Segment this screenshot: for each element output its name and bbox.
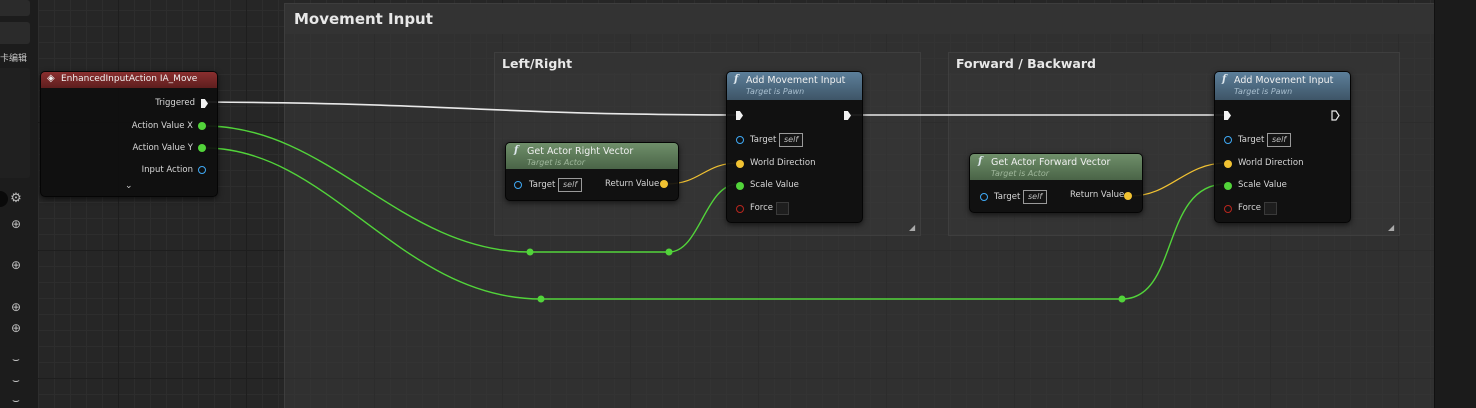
bool-pin-icon[interactable] <box>1224 205 1232 213</box>
function-icon: f <box>514 145 519 156</box>
pin-label-force: Force <box>1238 203 1261 213</box>
node-subtitle: Target is Pawn <box>1234 87 1293 96</box>
chevron-down-icon[interactable]: ⌣ <box>9 373 23 387</box>
node-title: Add Movement Input <box>1234 75 1334 86</box>
details-panel-edge <box>1434 0 1476 408</box>
node-subtitle: Target is Pawn <box>746 87 805 96</box>
exec-in-pin-icon[interactable] <box>1224 111 1231 120</box>
exec-out-pin-icon[interactable] <box>201 99 208 108</box>
chevron-down-icon[interactable]: ⌣ <box>9 352 23 366</box>
float-pin-icon[interactable] <box>198 144 206 152</box>
pin-label-target: Target <box>994 192 1021 202</box>
force-checkbox[interactable] <box>776 202 789 215</box>
plus-circle-icon[interactable]: ⊕ <box>9 321 23 335</box>
pin-label-triggered: Triggered <box>155 98 195 108</box>
resize-handle-icon[interactable]: ◢ <box>909 224 917 232</box>
node-header[interactable]: f Add Movement Input Target is Pawn <box>727 72 862 100</box>
node-header[interactable]: f Get Actor Right Vector Target is Actor <box>506 143 678 169</box>
target-self-field[interactable]: self <box>1023 190 1048 204</box>
panel-field[interactable] <box>0 22 30 44</box>
float-pin-icon[interactable] <box>736 182 744 190</box>
comment-movement-input-header[interactable]: Movement Input <box>285 4 1435 34</box>
plus-circle-icon[interactable]: ⊕ <box>9 300 23 314</box>
chevron-down-icon[interactable]: ⌣ <box>9 393 23 407</box>
pin-label-force: Force <box>750 203 773 213</box>
function-icon: f <box>978 156 983 167</box>
function-icon: f <box>734 74 739 85</box>
node-subtitle: Target is Actor <box>527 158 586 167</box>
node-header[interactable]: f Get Actor Forward Vector Target is Act… <box>970 154 1142 180</box>
gear-icon[interactable]: ⚙ <box>9 192 23 206</box>
comment-title: Forward / Backward <box>956 56 1096 71</box>
pin-label-return-value: Return Value <box>1070 190 1125 200</box>
vector-pin-icon[interactable] <box>1124 192 1132 200</box>
pin-label-world-direction: World Direction <box>1238 158 1304 168</box>
plus-circle-icon[interactable]: ⊕ <box>9 258 23 272</box>
get-actor-right-vector-node[interactable]: f Get Actor Right Vector Target is Actor… <box>505 142 679 201</box>
pin-label-target: Target <box>1238 135 1265 145</box>
comment-title: Left/Right <box>502 56 573 71</box>
comment-forward-backward-header[interactable]: Forward / Backward <box>949 53 1399 73</box>
node-title: Get Actor Forward Vector <box>991 157 1111 168</box>
float-pin-icon[interactable] <box>1224 182 1232 190</box>
node-title: Get Actor Right Vector <box>527 146 634 157</box>
node-header[interactable]: ◈ EnhancedInputAction IA_Move <box>41 72 217 88</box>
vector-pin-icon[interactable] <box>736 160 744 168</box>
blueprint-graph-canvas[interactable]: Movement Input Left/Right ◢ Forward / Ba… <box>0 0 1476 408</box>
panel-toggle-icon[interactable] <box>0 191 8 207</box>
exec-out-pin-icon[interactable] <box>844 111 851 120</box>
pin-label-world-direction: World Direction <box>750 158 816 168</box>
plus-circle-icon[interactable]: ⊕ <box>9 217 23 231</box>
object-pin-icon[interactable] <box>1224 136 1232 144</box>
object-pin-icon[interactable] <box>980 193 988 201</box>
pin-label-target: Target <box>750 135 777 145</box>
pin-label-scale-value: Scale Value <box>1238 180 1287 190</box>
enhanced-input-action-node[interactable]: ◈ EnhancedInputAction IA_Move Triggered … <box>40 71 218 197</box>
comment-left-right-header[interactable]: Left/Right <box>495 53 920 73</box>
pin-label-target: Target <box>529 180 556 190</box>
event-diamond-icon: ◈ <box>47 73 55 84</box>
exec-out-pin-unconnected-icon[interactable] <box>1331 110 1340 121</box>
expand-chevron-icon[interactable]: ⌄ <box>125 181 133 191</box>
pin-label-return-value: Return Value <box>605 179 660 189</box>
force-checkbox[interactable] <box>1264 202 1277 215</box>
float-pin-icon[interactable] <box>198 122 206 130</box>
node-title: Add Movement Input <box>746 75 846 86</box>
panel-field[interactable] <box>0 0 30 16</box>
pin-label-input-action: Input Action <box>141 165 193 175</box>
object-pin-icon[interactable] <box>736 136 744 144</box>
pin-label-scale-value: Scale Value <box>750 180 799 190</box>
panel-label: 卡编辑 <box>0 54 28 64</box>
node-subtitle: Target is Actor <box>991 169 1050 178</box>
vector-pin-icon[interactable] <box>1224 160 1232 168</box>
object-pin-icon[interactable] <box>198 166 206 174</box>
resize-handle-icon[interactable]: ◢ <box>1388 224 1396 232</box>
object-pin-icon[interactable] <box>514 181 522 189</box>
node-header[interactable]: f Add Movement Input Target is Pawn <box>1215 72 1350 100</box>
target-self-field[interactable]: self <box>779 133 804 147</box>
target-self-field[interactable]: self <box>1267 133 1292 147</box>
add-movement-input-node-forward-backward[interactable]: f Add Movement Input Target is Pawn Targ… <box>1214 71 1351 223</box>
vector-pin-icon[interactable] <box>660 180 668 188</box>
comment-title: Movement Input <box>294 10 433 28</box>
my-blueprint-panel[interactable]: 卡编辑 ⚙ ⊕ ⊕ ⊕ ⊕ ⌣ ⌣ ⌣ <box>0 0 38 408</box>
node-title: EnhancedInputAction IA_Move <box>61 74 198 84</box>
pin-label-action-value-y: Action Value Y <box>132 143 193 153</box>
bool-pin-icon[interactable] <box>736 205 744 213</box>
get-actor-forward-vector-node[interactable]: f Get Actor Forward Vector Target is Act… <box>969 153 1143 213</box>
pin-label-action-value-x: Action Value X <box>131 121 193 131</box>
exec-in-pin-icon[interactable] <box>736 111 743 120</box>
function-icon: f <box>1222 74 1227 85</box>
add-movement-input-node-left-right[interactable]: f Add Movement Input Target is Pawn Targ… <box>726 71 863 223</box>
panel-field[interactable] <box>0 68 30 178</box>
target-self-field[interactable]: self <box>558 178 583 192</box>
